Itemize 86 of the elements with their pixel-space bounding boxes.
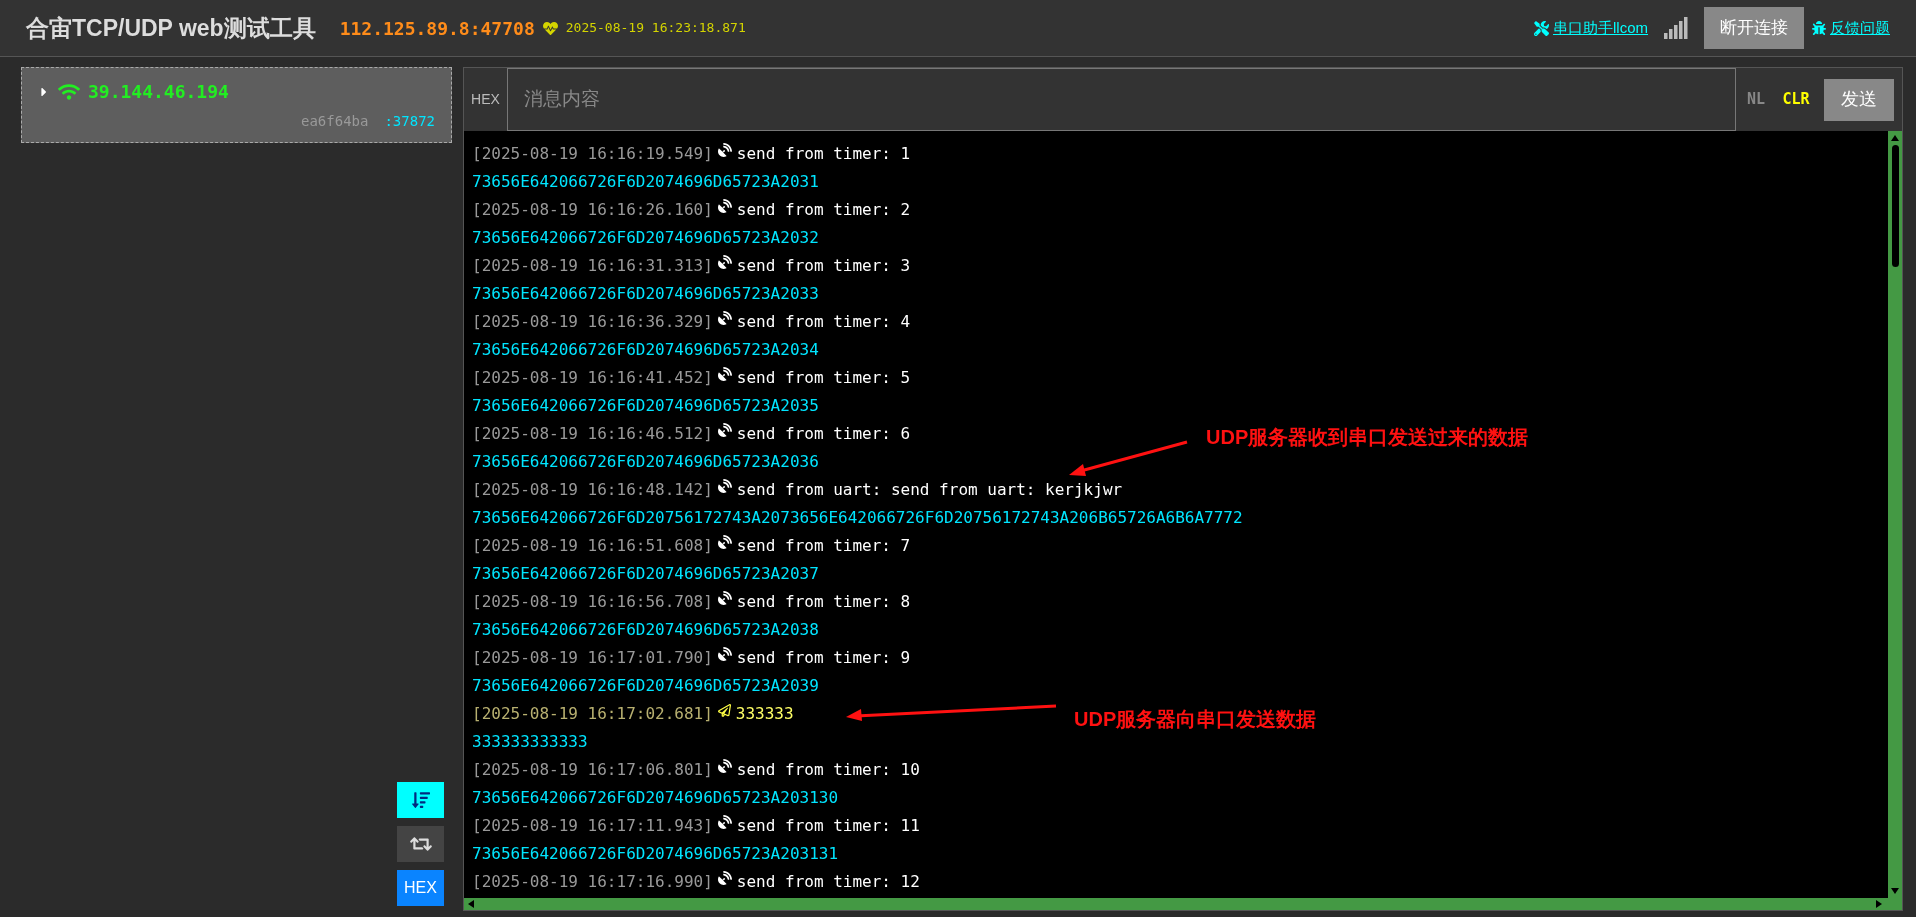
- log-message: send from timer: 9: [736, 647, 911, 669]
- log-timestamp: [2025-08-19 16:16:48.142]: [472, 479, 713, 501]
- scrollbar-thumb[interactable]: [1891, 145, 1899, 267]
- log-message: send from timer: 5: [736, 367, 911, 389]
- app-title: 合宙TCP/UDP web测试工具: [26, 13, 316, 43]
- scroll-down-icon[interactable]: [1891, 888, 1899, 894]
- client-id: ea6f64ba: [301, 112, 369, 131]
- log-message: send from timer: 7: [736, 535, 911, 557]
- satellite-dish-icon: [717, 479, 732, 493]
- log-hex-data: 73656E642066726F6D2074696D65723A2032: [472, 227, 819, 249]
- sort-down-icon: [411, 791, 430, 809]
- log-hex-data: 73656E642066726F6D2074696D65723A2035: [472, 395, 819, 417]
- satellite-dish-icon: [717, 367, 732, 381]
- tools-icon: [1534, 20, 1549, 36]
- annotation-label: UDP服务器向串口发送数据: [1074, 707, 1317, 732]
- disconnect-button[interactable]: 断开连接: [1704, 7, 1804, 49]
- satellite-dish-icon: [717, 311, 732, 325]
- signal-icon: [1664, 17, 1688, 39]
- annotation-label: UDP服务器收到串口发送过来的数据: [1206, 425, 1529, 450]
- log-timestamp: [2025-08-19 16:16:56.708]: [472, 591, 713, 613]
- satellite-dish-icon: [717, 143, 732, 157]
- log-timestamp: [2025-08-19 16:16:19.549]: [472, 143, 713, 165]
- clear-toggle[interactable]: CLR: [1776, 68, 1816, 131]
- log-timestamp: [2025-08-19 16:16:26.160]: [472, 199, 713, 221]
- log-message: send from timer: 1: [736, 143, 911, 165]
- log-message: send from timer: 2: [736, 199, 911, 221]
- client-item[interactable]: 39.144.46.194 ea6f64ba :37872: [21, 67, 452, 143]
- newline-toggle[interactable]: NL: [1736, 68, 1776, 131]
- log-message: send from timer: 12: [736, 871, 920, 893]
- log-timestamp: [2025-08-19 16:17:01.790]: [472, 647, 713, 669]
- hex-toggle-button[interactable]: HEX: [397, 870, 444, 906]
- wifi-icon: [58, 82, 80, 101]
- log-timestamp: [2025-08-19 16:16:36.329]: [472, 311, 713, 333]
- feedback-link[interactable]: 反馈问题: [1812, 16, 1890, 40]
- log-hex-data: 73656E642066726F6D2074696D65723A2038: [472, 619, 819, 641]
- scroll-right-icon[interactable]: [1876, 900, 1882, 908]
- log-message: send from timer: 11: [736, 815, 920, 837]
- hex-mode-label: HEX: [470, 90, 501, 109]
- satellite-dish-icon: [717, 647, 732, 661]
- log-timestamp: [2025-08-19 16:17:06.801]: [472, 759, 713, 781]
- satellite-dish-icon: [717, 815, 732, 829]
- serial-tool-link[interactable]: 串口助手llcom: [1534, 16, 1648, 40]
- loop-button[interactable]: [397, 826, 444, 862]
- log-message: send from timer: 6: [736, 423, 911, 445]
- heartbeat-icon: [542, 20, 558, 36]
- log-hex-data: 333333333333: [472, 731, 588, 753]
- log-message: send from timer: 10: [736, 759, 920, 781]
- log-timestamp: [2025-08-19 16:16:41.452]: [472, 367, 713, 389]
- send-button[interactable]: 发送: [1824, 78, 1894, 121]
- log-hex-data: 73656E642066726F6D2074696D65723A2033: [472, 283, 819, 305]
- satellite-dish-icon: [717, 759, 732, 773]
- log-hex-data: 73656E642066726F6D2074696D65723A2031: [472, 171, 819, 193]
- client-port: :37872: [384, 112, 435, 131]
- log-message: send from timer: 3: [736, 255, 911, 277]
- log-timestamp: [2025-08-19 16:17:11.943]: [472, 815, 713, 837]
- log-hex-data: 73656E642066726F6D20756172743A2073656E642066726F6D20756172743A206B65726A6B6A7772: [472, 507, 1243, 529]
- log-timestamp: [2025-08-19 16:17:16.990]: [472, 871, 713, 893]
- log-hex-data: 73656E642066726F6D2074696D65723A2036: [472, 451, 819, 473]
- client-ip: 39.144.46.194: [88, 80, 229, 104]
- log-message: send from uart: send from uart: kerjkjwr: [736, 479, 1123, 501]
- server-time: 2025-08-19 16:23:18.871: [565, 19, 746, 38]
- satellite-dish-icon: [717, 255, 732, 269]
- satellite-dish-icon: [717, 423, 732, 437]
- log-message: send from timer: 8: [736, 591, 911, 613]
- satellite-dish-icon: [717, 535, 732, 549]
- satellite-dish-icon: [717, 591, 732, 605]
- message-input[interactable]: 消息内容: [507, 68, 1736, 131]
- scroll-up-icon[interactable]: [1891, 135, 1899, 141]
- scroll-left-icon[interactable]: [468, 900, 474, 908]
- log-timestamp: [2025-08-19 16:16:31.313]: [472, 255, 713, 277]
- bug-icon: [1812, 21, 1826, 35]
- satellite-dish-icon: [717, 199, 732, 213]
- log-hex-data: 73656E642066726F6D2074696D65723A2039: [472, 675, 819, 697]
- log-timestamp: [2025-08-19 16:17:02.681]: [472, 703, 713, 725]
- log-timestamp: [2025-08-19 16:16:51.608]: [472, 535, 713, 557]
- server-address: 112.125.89.8:47708: [339, 16, 535, 41]
- log-hex-data: 73656E642066726F6D2074696D65723A2034: [472, 339, 819, 361]
- satellite-dish-icon: [717, 871, 732, 885]
- log-hex-data: 73656E642066726F6D2074696D65723A203130: [472, 787, 839, 809]
- paper-plane-icon: [717, 703, 731, 717]
- log-timestamp: [2025-08-19 16:16:46.512]: [472, 423, 713, 445]
- log-hex-data: 73656E642066726F6D2074696D65723A2037: [472, 563, 819, 585]
- log-message: 333333: [735, 703, 794, 725]
- log-hex-data: 73656E642066726F6D2074696D65723A203131: [472, 843, 839, 865]
- log-message: send from timer: 4: [736, 311, 911, 333]
- autoscroll-button[interactable]: [397, 782, 444, 818]
